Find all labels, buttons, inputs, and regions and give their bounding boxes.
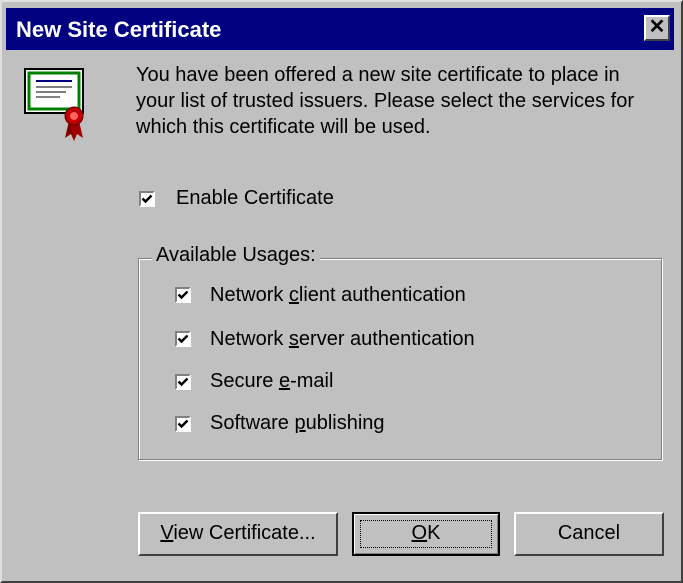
checkmark-icon xyxy=(177,334,189,344)
window-title: New Site Certificate xyxy=(16,17,222,42)
network-client-auth-label[interactable]: Network client authentication xyxy=(210,284,466,307)
checkmark-icon xyxy=(141,194,153,204)
checkmark-icon xyxy=(177,419,189,429)
available-usages-label: Available Usages: xyxy=(152,244,320,267)
network-server-auth-checkbox[interactable] xyxy=(175,331,191,347)
checkmark-icon xyxy=(177,377,189,387)
software-publishing-checkbox[interactable] xyxy=(175,416,191,432)
enable-certificate-label[interactable]: Enable Certificate xyxy=(176,187,334,210)
secure-email-checkbox[interactable] xyxy=(175,374,191,390)
checkmark-icon xyxy=(177,290,189,300)
title-bar[interactable]: New Site Certificate ✕ xyxy=(6,8,674,50)
message-text: You have been offered a new site certifi… xyxy=(136,64,634,138)
close-button[interactable]: ✕ xyxy=(644,15,670,41)
view-certificate-button[interactable]: View Certificate... xyxy=(138,512,338,556)
software-publishing-label[interactable]: Software publishing xyxy=(210,412,385,435)
focus-rectangle xyxy=(360,520,492,548)
secure-email-label[interactable]: Secure e-mail xyxy=(210,370,333,393)
network-client-auth-checkbox[interactable] xyxy=(175,287,191,303)
cancel-button[interactable]: Cancel xyxy=(514,512,664,556)
certificate-icon xyxy=(24,68,84,141)
ok-button[interactable]: OK xyxy=(352,512,500,556)
enable-certificate-checkbox[interactable] xyxy=(139,191,155,207)
close-icon: ✕ xyxy=(648,16,666,38)
network-server-auth-label[interactable]: Network server authentication xyxy=(210,328,475,351)
